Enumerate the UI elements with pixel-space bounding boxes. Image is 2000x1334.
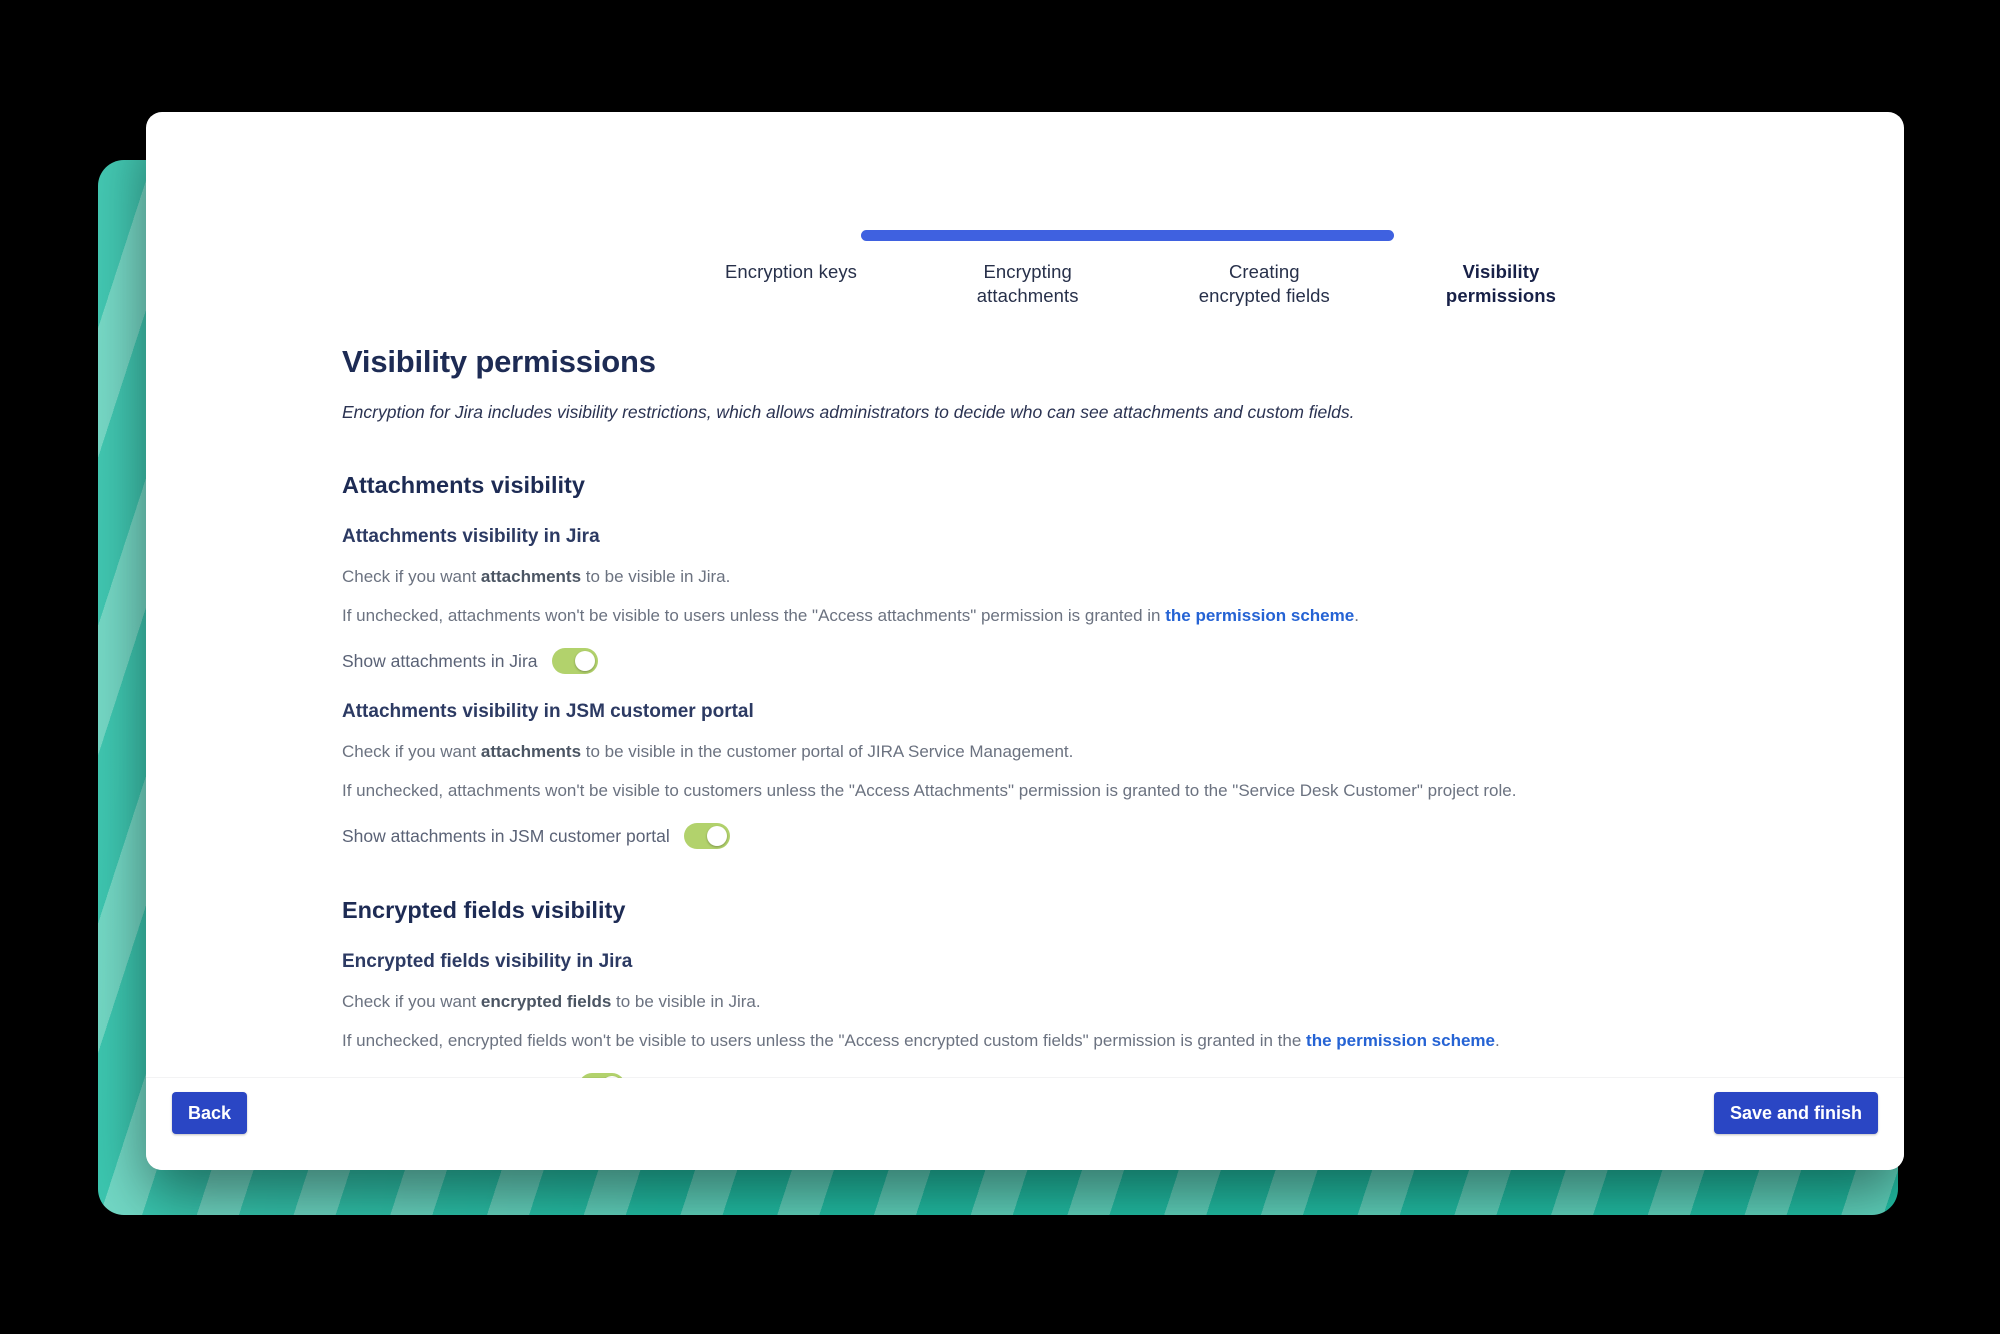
toggle-label: Show attachments in JSM customer portal: [342, 826, 670, 846]
section-heading-encrypted-fields-visibility: Encrypted fields visibility: [342, 897, 626, 923]
permission-scheme-link[interactable]: the permission scheme: [1306, 1031, 1495, 1050]
section-heading-attachments-visibility: Attachments visibility: [342, 472, 585, 498]
wizard-step-label: Encrypting: [983, 261, 1072, 282]
toggle-label: Show attachments in Jira: [342, 651, 538, 671]
text-emphasis: attachments: [480, 742, 582, 761]
text-fragment: to be visible in Jira.: [611, 992, 761, 1011]
subsection-title-attachments-jira: Attachments visibility in Jira: [342, 526, 600, 547]
toggle-show-attachments-in-jira[interactable]: [551, 648, 598, 674]
wizard-content: Visibility permissions Encryption for Ji…: [342, 344, 1864, 1170]
text-fragment: If unchecked, encrypted fields won't be …: [342, 1031, 1307, 1050]
attachments-jsm-note: If unchecked, attachments won't be visib…: [342, 780, 1864, 802]
toggle-row-show-attachments-in-jira: Show attachments in Jira: [342, 648, 1864, 674]
wizard-step-label-line2: permissions: [1445, 285, 1557, 306]
wizard-footer: Back Save and finish: [146, 1078, 1904, 1170]
text-fragment: If unchecked, attachments won't be visib…: [342, 781, 1517, 800]
text-fragment: Check if you want: [342, 742, 481, 761]
text-fragment: to be visible in the customer portal of …: [581, 742, 1074, 761]
toggle-knob: [574, 651, 595, 671]
progress-bar-fill: [861, 230, 1394, 241]
toggle-row-show-attachments-in-jsm-customer-portal: Show attachments in JSM customer portal: [342, 823, 1864, 849]
attachments-jsm-description: Check if you want attachments to be visi…: [342, 741, 1864, 763]
wizard-step-label: Encryption keys: [724, 261, 858, 282]
subsection-title-encrypted-fields-jira: Encrypted fields visibility in Jira: [342, 951, 633, 972]
text-fragment: to be visible in Jira.: [581, 567, 731, 586]
wizard-steps: Encryption keys Encrypting attachments C…: [706, 260, 1586, 308]
text-fragment: .: [1354, 606, 1359, 625]
text-fragment: Check if you want: [342, 567, 481, 586]
permission-scheme-link[interactable]: the permission scheme: [1165, 606, 1354, 625]
text-emphasis: encrypted fields: [480, 992, 612, 1011]
subsection-title-attachments-jsm: Attachments visibility in JSM customer p…: [342, 701, 754, 722]
encrypted-fields-jira-description: Check if you want encrypted fields to be…: [342, 991, 1864, 1013]
wizard-progress-header: [146, 112, 1904, 241]
wizard-step-label: Creating: [1228, 261, 1300, 282]
toggle-show-attachments-in-jsm-customer-portal[interactable]: [683, 823, 730, 849]
wizard-step-label: Visibility: [1462, 261, 1540, 282]
save-and-finish-button[interactable]: Save and finish: [1713, 1092, 1878, 1134]
encrypted-fields-jira-note: If unchecked, encrypted fields won't be …: [342, 1030, 1864, 1052]
page-title: Visibility permissions: [342, 344, 656, 379]
wizard-card: Encryption keys Encrypting attachments C…: [146, 112, 1904, 1170]
wizard-step-visibility-permissions[interactable]: Visibility permissions: [1416, 260, 1586, 308]
wizard-step-creating-encrypted-fields[interactable]: Creating encrypted fields: [1179, 260, 1349, 308]
toggle-knob: [706, 826, 727, 846]
wizard-step-encryption-keys[interactable]: Encryption keys: [706, 260, 876, 284]
wizard-step-label-line2: encrypted fields: [1198, 285, 1330, 306]
page-intro-text: Encryption for Jira includes visibility …: [342, 402, 1355, 422]
screen: Encryption keys Encrypting attachments C…: [0, 0, 2000, 1334]
text-emphasis: attachments: [480, 567, 582, 586]
attachments-jira-note: If unchecked, attachments won't be visib…: [342, 605, 1864, 627]
progress-bar-track: [861, 230, 1394, 241]
text-fragment: If unchecked, attachments won't be visib…: [342, 606, 1166, 625]
wizard-step-encrypting-attachments[interactable]: Encrypting attachments: [943, 260, 1113, 308]
wizard-step-label-line2: attachments: [976, 285, 1079, 306]
back-button[interactable]: Back: [172, 1092, 248, 1134]
attachments-jira-description: Check if you want attachments to be visi…: [342, 566, 1864, 588]
text-fragment: Check if you want: [342, 992, 481, 1011]
text-fragment: .: [1495, 1031, 1500, 1050]
